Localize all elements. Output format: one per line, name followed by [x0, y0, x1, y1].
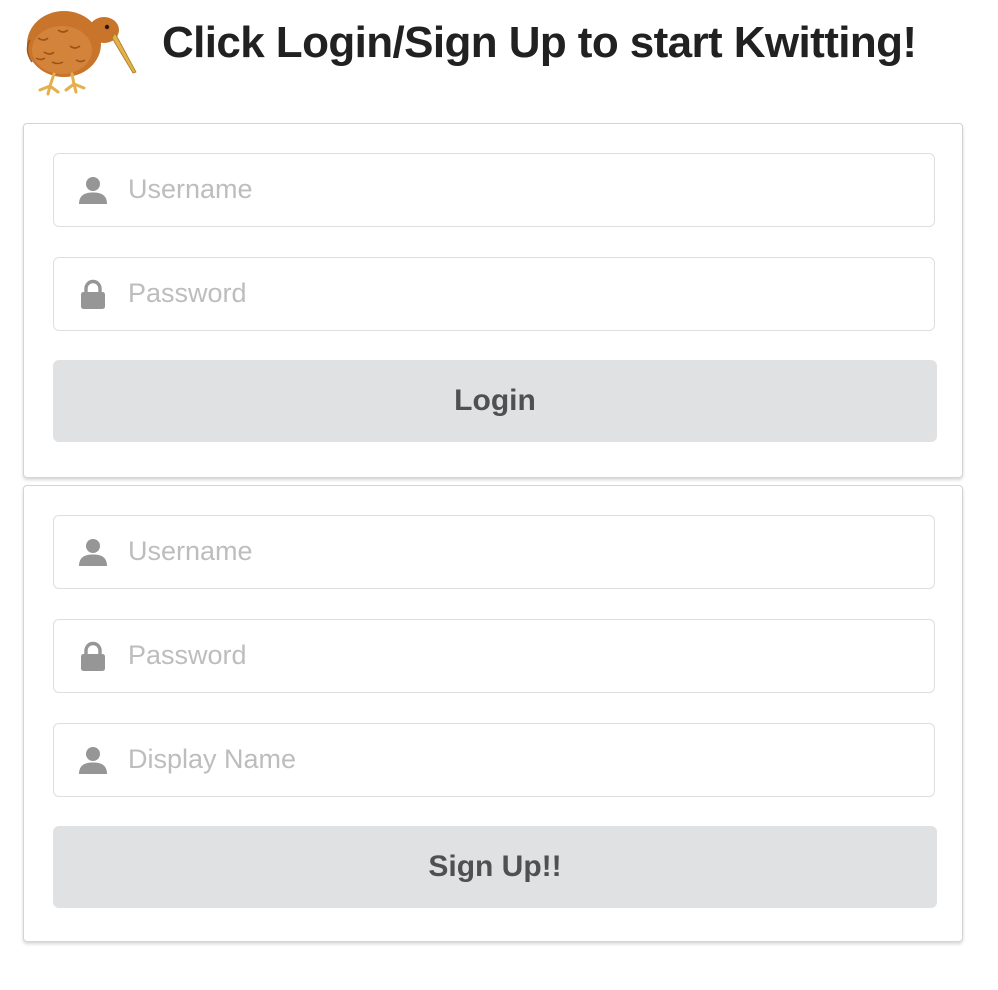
page-title: Click Login/Sign Up to start Kwitting! [162, 18, 917, 67]
signup-username-field [53, 515, 935, 589]
user-icon [79, 747, 107, 774]
user-icon [79, 177, 107, 204]
signup-password-field [53, 619, 935, 693]
lock-icon [81, 279, 105, 309]
signup-display-name-input[interactable] [128, 724, 918, 795]
signup-button[interactable]: Sign Up!! [53, 826, 937, 908]
signup-password-input[interactable] [128, 620, 918, 691]
signup-form: Sign Up!! [23, 485, 963, 942]
login-button[interactable]: Login [53, 360, 937, 442]
login-username-input[interactable] [128, 154, 918, 225]
login-password-input[interactable] [128, 258, 918, 329]
user-icon [79, 539, 107, 566]
kiwi-bird-logo [26, 11, 137, 96]
login-password-field [53, 257, 935, 331]
lock-icon [81, 641, 105, 671]
page-header: Click Login/Sign Up to start Kwitting! [0, 0, 998, 100]
signup-username-input[interactable] [128, 516, 918, 587]
login-form: Login [23, 123, 963, 478]
signup-display-name-field [53, 723, 935, 797]
login-username-field [53, 153, 935, 227]
